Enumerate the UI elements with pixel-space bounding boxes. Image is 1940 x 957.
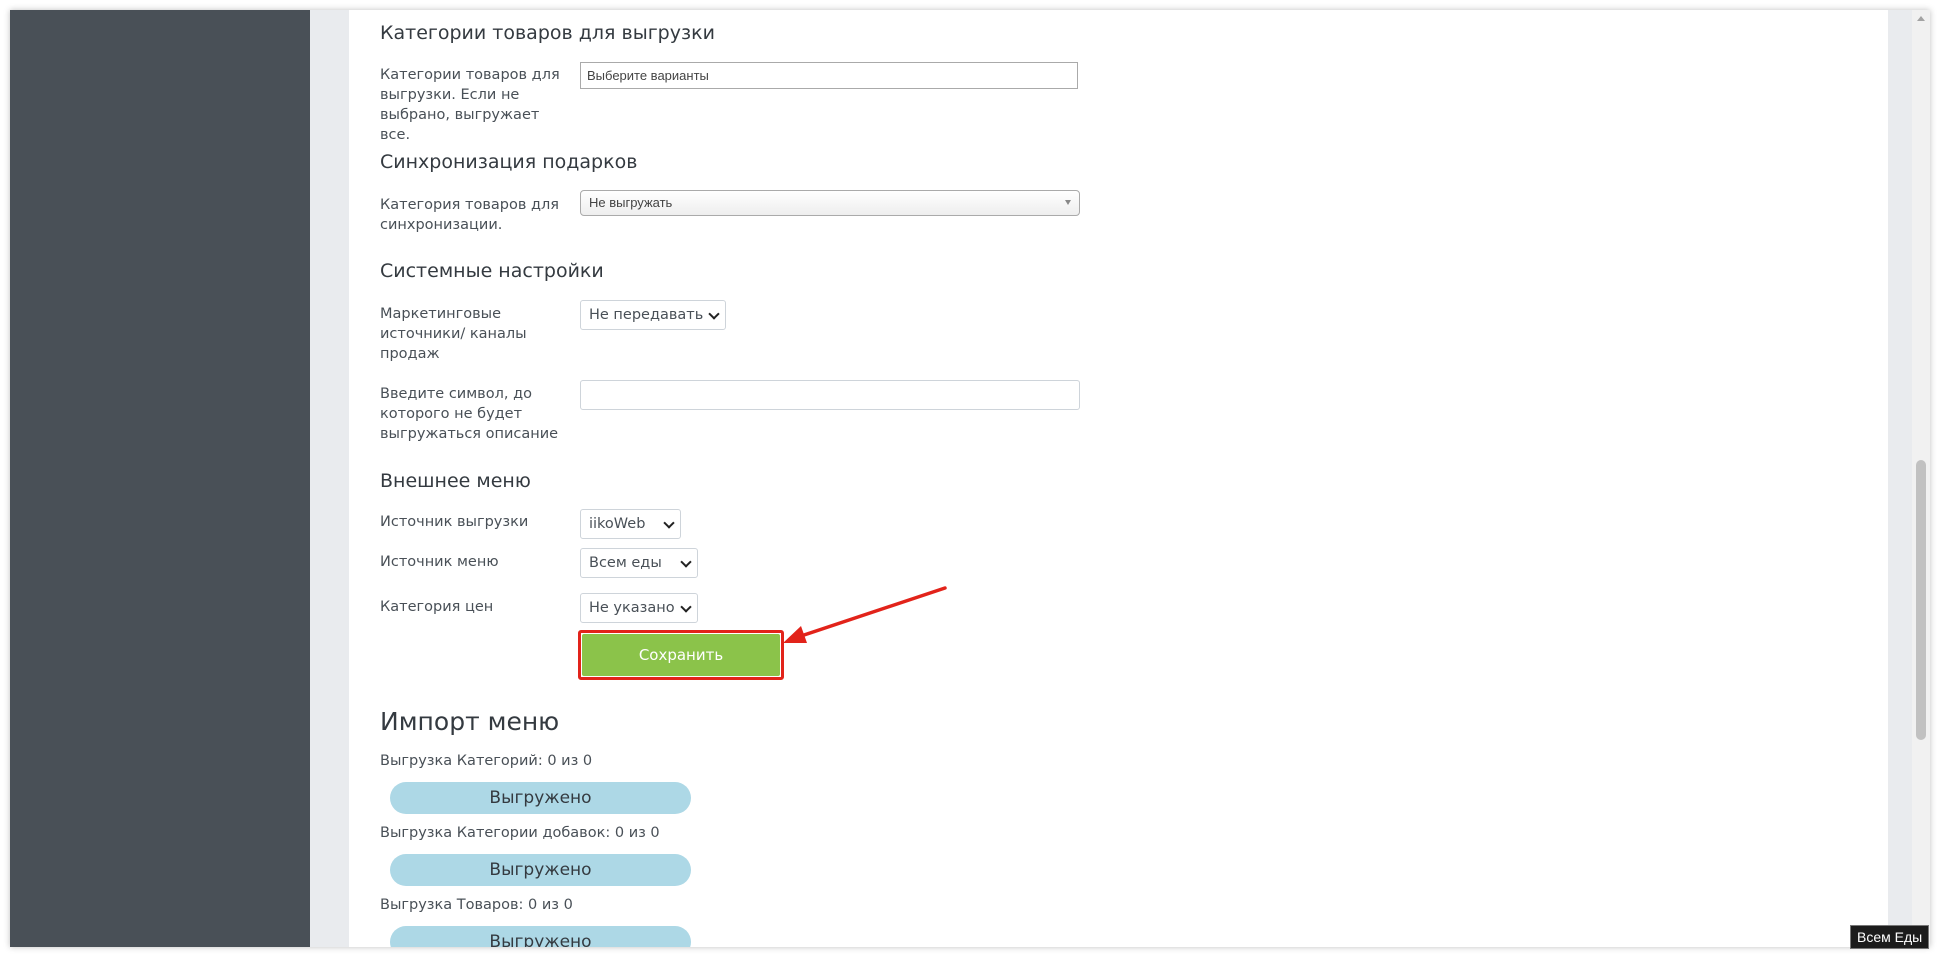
import-addon-categories-label: Выгрузка Категории добавок: 0 из 0	[380, 825, 660, 841]
price-category-select[interactable]: Не указано	[580, 593, 698, 623]
annotation-arrow-icon	[783, 586, 947, 643]
settings-content: Категории товаров для выгрузки Категории…	[349, 10, 1888, 947]
menu-source-value: Всем еды	[589, 555, 662, 571]
import-products-progress: Выгружено	[390, 926, 691, 947]
menu-source-tooltip: Всем Еды	[1850, 925, 1930, 949]
import-menu-title: Импорт меню	[380, 707, 560, 736]
browser-viewport: Категории товаров для выгрузки Категории…	[10, 10, 1930, 947]
price-category-value: Не указано	[589, 600, 675, 616]
chevron-down-icon	[680, 556, 692, 568]
import-categories-label: Выгрузка Категорий: 0 из 0	[380, 753, 593, 769]
description-symbol-input[interactable]	[580, 380, 1080, 410]
dropdown-triangle-icon	[1065, 200, 1071, 205]
gifts-field-label: Категория товаров для синхронизации.	[380, 197, 559, 233]
gifts-category-select[interactable]: Не выгружать	[580, 190, 1080, 216]
categories-field-label: Категории товаров для выгрузки. Если не …	[380, 67, 560, 143]
upload-source-select[interactable]: iikoWeb	[580, 509, 681, 539]
categories-section-title: Категории товаров для выгрузки	[380, 22, 715, 44]
chevron-down-icon	[663, 517, 675, 529]
categories-multiselect[interactable]: Выберите варианты	[580, 62, 1078, 89]
import-categories-progress: Выгружено	[390, 782, 691, 814]
system-section-title: Системные настройки	[380, 260, 604, 282]
import-products-label: Выгрузка Товаров: 0 из 0	[380, 897, 573, 913]
external-menu-section-title: Внешнее меню	[380, 470, 531, 492]
menu-source-select[interactable]: Всем еды	[580, 548, 698, 578]
menu-source-label: Источник меню	[380, 554, 499, 570]
page-scrollbar[interactable]	[1912, 10, 1930, 947]
description-symbol-label: Введите символ, до которого не будет выг…	[380, 386, 559, 442]
gifts-category-value: Не выгружать	[589, 195, 673, 210]
gifts-section-title: Синхронизация подарков	[380, 151, 638, 173]
save-button[interactable]: Сохранить	[582, 634, 780, 676]
sidebar	[10, 10, 310, 947]
marketing-sources-value: Не передавать	[589, 307, 704, 323]
chevron-down-icon	[708, 308, 720, 320]
scroll-up-icon[interactable]	[1917, 16, 1925, 21]
marketing-sources-label: Маркетинговые источники/ каналы продаж	[380, 306, 527, 362]
chevron-down-icon	[680, 601, 692, 613]
upload-source-label: Источник выгрузки	[380, 514, 529, 530]
price-category-label: Категория цен	[380, 599, 494, 615]
scrollbar-thumb[interactable]	[1916, 460, 1926, 740]
import-addon-categories-progress: Выгружено	[390, 854, 691, 886]
marketing-sources-select[interactable]: Не передавать	[580, 300, 726, 330]
upload-source-value: iikoWeb	[589, 516, 646, 532]
